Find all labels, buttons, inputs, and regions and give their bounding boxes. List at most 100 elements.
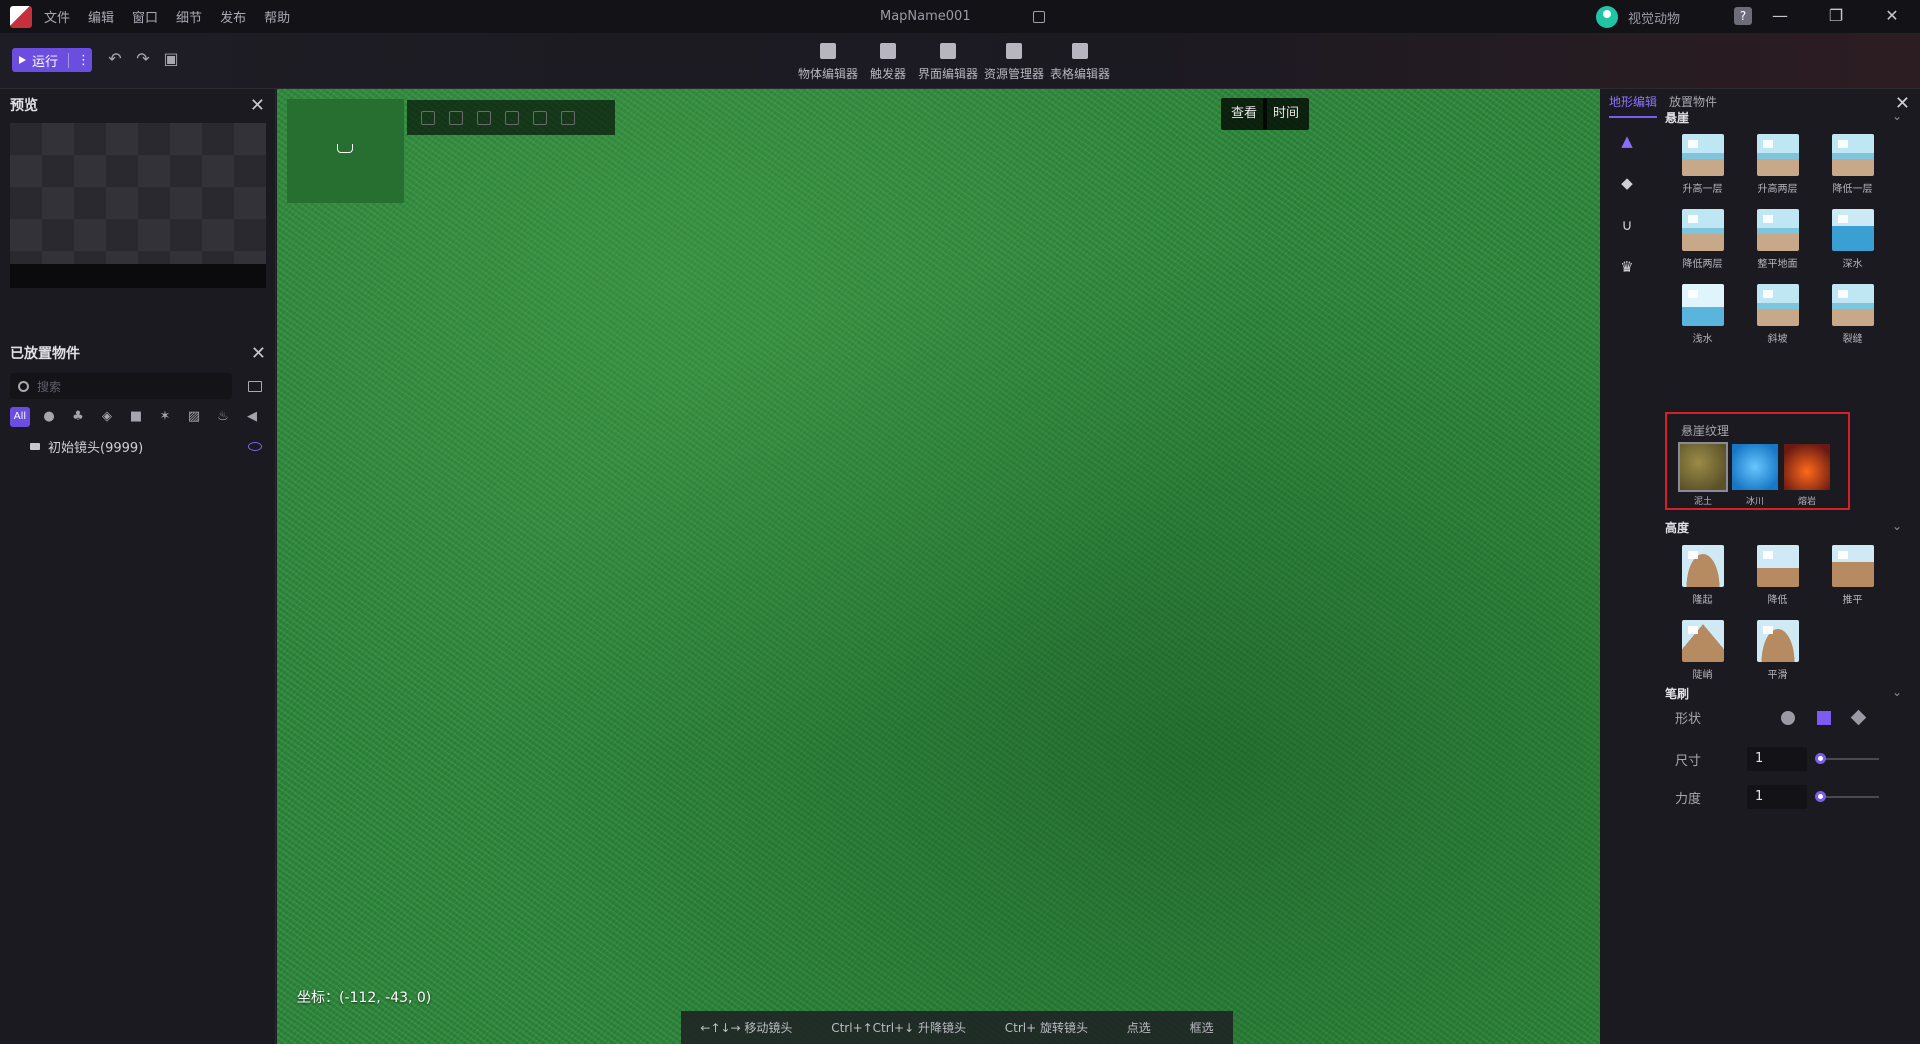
texture-glacier[interactable]: 冰川	[1731, 444, 1779, 507]
brush-section-title: 笔刷	[1665, 687, 1690, 701]
fit-view-icon[interactable]	[421, 110, 435, 125]
placed-objects-panel: 已放置物件 ✕ 搜索 All ● ♣ ◈ ■ ✶ ▨ ♨ ◀ 初始镜头(9999…	[0, 337, 276, 456]
brush-size-input[interactable]: 1	[1747, 747, 1807, 771]
search-row: 搜索	[10, 373, 266, 399]
tool-slope[interactable]: 斜坡	[1740, 284, 1815, 345]
visibility-eye-icon[interactable]	[248, 442, 262, 451]
tool-deep-water[interactable]: 深水	[1815, 209, 1890, 270]
filter-row: All ● ♣ ◈ ■ ✶ ▨ ♨ ◀	[10, 407, 266, 427]
filter-unit-icon[interactable]: ●	[39, 407, 59, 427]
run-options-icon[interactable]: ⋮	[68, 52, 90, 68]
tool-shallow-water[interactable]: 浅水	[1665, 284, 1740, 345]
ui-editor-button[interactable]: 界面编辑器	[918, 37, 978, 82]
right-panel: 地形编辑 放置物件 ✕ ▲ ◆ ∪ ♛ 悬崖 ⌄ 升高一层 升高两层 降低一层 …	[1601, 89, 1920, 1044]
circle-brush-icon[interactable]	[1781, 710, 1795, 725]
move-tool-icon[interactable]	[505, 110, 519, 125]
height-collapse-icon[interactable]: ⌄	[1892, 519, 1902, 533]
run-button[interactable]: 运行 ⋮	[12, 48, 92, 72]
tool-label: 降低两层	[1682, 259, 1723, 270]
close-window-icon[interactable]: ✕	[1880, 4, 1904, 28]
trigger-button[interactable]: 触发器	[866, 37, 910, 82]
tool-raise-two[interactable]: 升高两层	[1740, 134, 1815, 195]
filter-sound-icon[interactable]: ◀	[242, 407, 262, 427]
square-brush-icon[interactable]	[1817, 710, 1831, 725]
tool-sink[interactable]: 降低	[1740, 545, 1815, 606]
path-icon[interactable]: ∪	[1617, 217, 1637, 233]
rename-edit-icon[interactable]	[1032, 10, 1045, 23]
slope-icon	[1756, 284, 1799, 326]
filter-terrain-icon[interactable]: ♨	[213, 407, 233, 427]
minimap-camera-icon	[337, 144, 353, 153]
tool-bump[interactable]: 隆起	[1665, 545, 1740, 606]
close-placed-icon[interactable]: ✕	[251, 343, 266, 364]
tool-label: 降低	[1767, 595, 1788, 606]
filter-cube-icon[interactable]: ◈	[97, 407, 117, 427]
filter-tree-icon[interactable]: ♣	[68, 407, 88, 427]
filter-region-icon[interactable]: ▨	[184, 407, 204, 427]
menubar: 文件 编辑 窗口 细节 发布 帮助 MapName001 视觉动物 ? — ❐ …	[0, 0, 1920, 33]
asset-manager-button[interactable]: 资源管理器	[984, 37, 1044, 82]
user-avatar[interactable]	[1595, 6, 1618, 28]
redo-icon[interactable]: ↷	[134, 50, 152, 68]
restore-icon[interactable]: ❐	[1824, 4, 1848, 28]
menu-help[interactable]: 帮助	[264, 7, 290, 26]
cliff-section-title: 悬崖	[1665, 111, 1690, 125]
save-icon[interactable]: ▣	[162, 50, 180, 68]
user-name[interactable]: 视觉动物	[1628, 8, 1680, 27]
cliff-collapse-icon[interactable]: ⌄	[1892, 109, 1902, 123]
filter-effect-icon[interactable]: ✶	[155, 407, 175, 427]
tool-level-ground[interactable]: 整平地面	[1740, 209, 1815, 270]
scale-tool-icon[interactable]	[477, 110, 491, 125]
close-preview-icon[interactable]: ✕	[250, 95, 265, 116]
tool-steep[interactable]: 陡峭	[1665, 620, 1740, 681]
minimize-icon[interactable]: —	[1768, 4, 1792, 28]
rotate-tool-icon[interactable]	[449, 110, 463, 125]
menu-publish[interactable]: 发布	[220, 7, 246, 26]
brush-size-slider[interactable]	[1815, 753, 1879, 764]
flatten-icon	[1831, 545, 1874, 587]
filter-all[interactable]: All	[10, 407, 30, 427]
placed-title: 已放置物件	[10, 346, 80, 362]
help-icon[interactable]: ?	[1734, 7, 1752, 25]
grid-tool-icon[interactable]	[561, 110, 575, 125]
tree-item-initial-camera[interactable]: 初始镜头(9999)	[30, 437, 262, 456]
tab-terrain-edit[interactable]: 地形编辑	[1609, 93, 1658, 118]
texture-lava[interactable]: 熔岩	[1783, 444, 1831, 507]
menu-edit[interactable]: 编辑	[88, 7, 114, 26]
menu-file[interactable]: 文件	[44, 7, 70, 26]
menu-details[interactable]: 细节	[176, 7, 202, 26]
minimap[interactable]	[287, 99, 404, 203]
table-editor-button[interactable]: 表格编辑器	[1050, 37, 1110, 82]
undo-icon[interactable]: ↶	[106, 50, 124, 68]
tool-smooth[interactable]: 平滑	[1740, 620, 1815, 681]
filter-camera-icon[interactable]: ■	[126, 407, 146, 427]
crown-icon[interactable]: ♛	[1617, 259, 1637, 275]
texture-dirt[interactable]: 泥土	[1678, 442, 1728, 507]
terrain-shape-icon[interactable]: ▲	[1617, 133, 1637, 149]
object-editor-button[interactable]: 物体编辑器	[798, 37, 858, 82]
search-input[interactable]: 搜索	[10, 373, 232, 399]
tool-lower-one[interactable]: 降低一层	[1815, 134, 1890, 195]
view-button[interactable]: 查看	[1221, 98, 1268, 130]
hint-rotate-camera: Ctrl+ 旋转镜头	[1004, 1021, 1088, 1035]
brush-collapse-icon[interactable]: ⌄	[1892, 685, 1902, 699]
brush-strength-input[interactable]: 1	[1747, 785, 1807, 809]
user-area[interactable]: 视觉动物	[1595, 6, 1680, 28]
tool-flatten[interactable]: 推平	[1815, 545, 1890, 606]
snap-tool-icon[interactable]	[533, 110, 547, 125]
time-button[interactable]: 时间	[1263, 98, 1310, 130]
folder-icon[interactable]	[248, 380, 262, 392]
tool-lower-two[interactable]: 降低两层	[1665, 209, 1740, 270]
terrain-paint-icon[interactable]: ◆	[1617, 175, 1637, 191]
slider-handle[interactable]	[1815, 791, 1826, 802]
brush-shape-label: 形状	[1675, 712, 1702, 727]
brush-strength-slider[interactable]	[1815, 791, 1879, 802]
tool-raise-one[interactable]: 升高一层	[1665, 134, 1740, 195]
diamond-brush-icon[interactable]	[1850, 709, 1867, 726]
scene-viewport[interactable]: 查看 时间 坐标：(-112, -43, 0) ←↑↓→ 移动镜头 Ctrl+↑…	[277, 89, 1600, 1044]
slider-handle[interactable]	[1815, 753, 1826, 764]
menu-window[interactable]: 窗口	[132, 7, 158, 26]
toolbar: 运行 ⋮ ↶ ↷ ▣ 物体编辑器 触发器 界面编辑器 资源管理器 表格编辑器	[0, 33, 1920, 89]
tool-crack[interactable]: 裂缝	[1815, 284, 1890, 345]
tool-label: 裂缝	[1842, 334, 1863, 345]
